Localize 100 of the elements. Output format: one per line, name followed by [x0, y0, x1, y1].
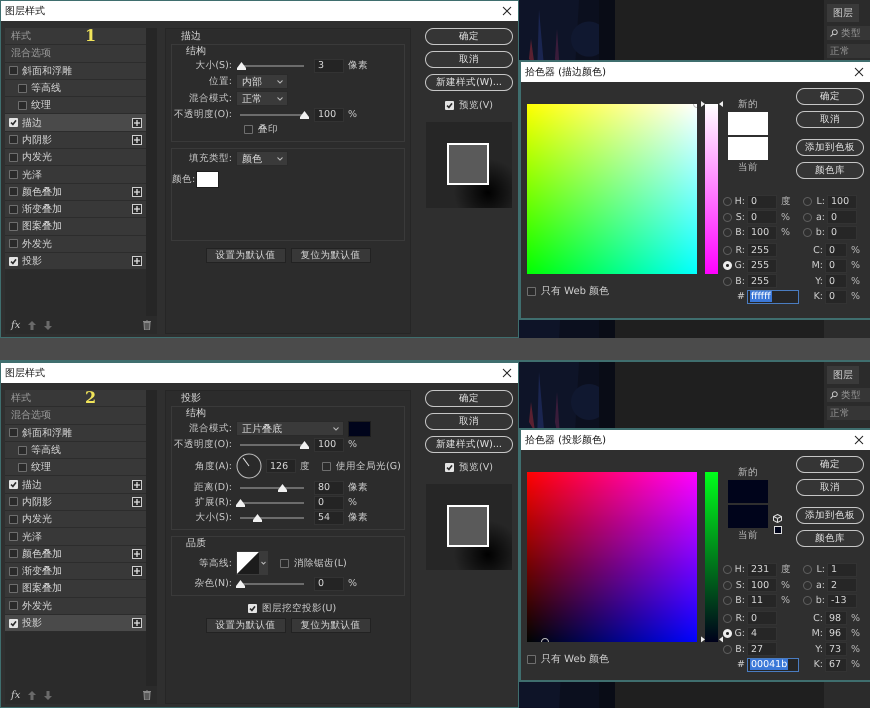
radio-button[interactable]: [723, 228, 732, 238]
radio-button[interactable]: [723, 276, 732, 286]
value-field[interactable]: 0: [825, 274, 847, 288]
checkbox[interactable]: [9, 532, 18, 542]
radio-button[interactable]: [723, 644, 732, 654]
style-list-item[interactable]: 内发光: [5, 149, 146, 166]
dialog-button[interactable]: 取消: [796, 111, 864, 128]
move-down-icon[interactable]: [44, 320, 52, 330]
style-list-item[interactable]: 外发光: [5, 598, 146, 615]
web-colors-checkbox-label[interactable]: 只有 Web 颜色: [527, 652, 723, 666]
value-field[interactable]: 255: [747, 274, 777, 288]
slider-thumb[interactable]: [236, 580, 245, 588]
checkbox[interactable]: [18, 100, 27, 110]
dropdown[interactable]: 正片叠底: [236, 421, 344, 436]
checkbox[interactable]: [9, 428, 18, 438]
style-list-item[interactable]: 描边: [5, 476, 146, 494]
slider-thumb[interactable]: [300, 440, 309, 448]
value-field[interactable]: 3: [314, 58, 344, 72]
radio-button[interactable]: [803, 212, 812, 222]
web-colors-checkbox-label[interactable]: 只有 Web 颜色: [527, 284, 723, 298]
style-list-item[interactable]: 渐变叠加: [5, 562, 146, 580]
style-list-item[interactable]: 等高线: [5, 80, 146, 98]
value-field[interactable]: 27: [747, 642, 777, 656]
radio-button[interactable]: [803, 580, 812, 590]
web-safe-swatch[interactable]: [774, 526, 782, 534]
radio-button[interactable]: [803, 197, 812, 206]
style-list-item[interactable]: 内发光: [5, 511, 146, 528]
scrollbar-track[interactable]: [146, 28, 157, 316]
style-list-item[interactable]: 纹理: [5, 97, 146, 114]
value-field[interactable]: 100: [314, 438, 344, 452]
add-button[interactable]: [132, 186, 142, 197]
value-field[interactable]: 100: [827, 194, 857, 209]
radio-button[interactable]: [723, 212, 732, 222]
checkbox[interactable]: [527, 654, 536, 664]
checkbox[interactable]: [527, 286, 536, 296]
color-swatch[interactable]: [348, 420, 371, 436]
value-field[interactable]: 0: [825, 290, 847, 304]
checkbox[interactable]: [445, 463, 454, 472]
checkbox[interactable]: [9, 135, 18, 144]
option-checkbox-label[interactable]: 图层挖空投影(U): [248, 602, 336, 615]
slider-thumb[interactable]: [300, 110, 309, 118]
checkbox[interactable]: [9, 222, 18, 231]
value-field[interactable]: 0: [825, 258, 847, 273]
hex-field[interactable]: 00041b: [747, 658, 799, 672]
option-checkbox-label[interactable]: 叠印: [244, 123, 278, 136]
effects-button[interactable]: fx: [11, 320, 20, 330]
blend-mode-dropdown[interactable]: 正常: [827, 406, 870, 420]
add-button[interactable]: [132, 256, 142, 266]
add-button[interactable]: [132, 118, 142, 128]
default-button[interactable]: 设置为默认值: [206, 248, 286, 263]
radio-button[interactable]: [723, 596, 732, 606]
dialog-button[interactable]: 确定: [796, 456, 864, 473]
style-list-item[interactable]: 样式 2: [5, 390, 146, 408]
move-down-icon[interactable]: [44, 690, 52, 700]
checkbox[interactable]: [244, 125, 253, 134]
value-field[interactable]: 0: [827, 210, 857, 224]
value-field[interactable]: 0: [747, 210, 777, 224]
slider-thumb[interactable]: [236, 498, 245, 506]
add-button[interactable]: [132, 496, 142, 507]
hex-field[interactable]: ffffff: [747, 290, 799, 304]
value-field[interactable]: 100: [314, 108, 344, 122]
trash-icon[interactable]: [143, 320, 151, 330]
checkbox[interactable]: [9, 204, 18, 214]
panel-tab[interactable]: 图层: [827, 4, 859, 22]
slider-thumb[interactable]: [278, 484, 287, 492]
dialog-button[interactable]: 取消: [796, 479, 864, 496]
style-list-item[interactable]: 样式 1: [5, 28, 146, 46]
value-field[interactable]: 0: [827, 226, 857, 240]
radio-button[interactable]: [723, 580, 732, 590]
style-list-item[interactable]: 颜色叠加: [5, 546, 146, 563]
radio-button[interactable]: [803, 565, 812, 574]
default-button[interactable]: 复位为默认值: [290, 618, 370, 633]
radio-button[interactable]: [723, 197, 732, 206]
default-button[interactable]: 复位为默认值: [290, 248, 370, 263]
color-field[interactable]: [527, 104, 697, 274]
value-field[interactable]: -13: [827, 594, 857, 608]
color-swatch[interactable]: [196, 170, 219, 188]
dialog-button[interactable]: 新建样式(W)...: [425, 436, 513, 453]
radio-button[interactable]: [803, 596, 812, 606]
checkbox[interactable]: [9, 497, 18, 506]
checkbox[interactable]: [9, 256, 18, 266]
checkbox[interactable]: [9, 239, 18, 248]
close-button[interactable]: [854, 435, 864, 445]
style-list-item[interactable]: 图案叠加: [5, 580, 146, 598]
default-button[interactable]: 设置为默认值: [206, 618, 286, 633]
preview-checkbox-label[interactable]: 预览(V): [445, 99, 493, 112]
panel-tab[interactable]: 图层: [827, 366, 859, 384]
dialog-button[interactable]: 颜色库: [796, 530, 864, 547]
dropdown[interactable]: 内部: [236, 74, 288, 89]
dropdown[interactable]: 正常: [236, 91, 288, 106]
search-field[interactable]: 类型: [827, 388, 870, 402]
radio-button[interactable]: [723, 614, 732, 623]
style-list-item[interactable]: 投影: [5, 614, 146, 632]
checkbox[interactable]: [9, 584, 18, 593]
value-field[interactable]: 255: [747, 243, 777, 258]
style-list-item[interactable]: 混合选项: [5, 407, 146, 425]
style-list-item[interactable]: 颜色叠加: [5, 184, 146, 201]
blend-mode-dropdown[interactable]: 正常: [827, 44, 870, 58]
trash-icon[interactable]: [143, 690, 151, 700]
dialog-button[interactable]: 颜色库: [796, 162, 864, 179]
